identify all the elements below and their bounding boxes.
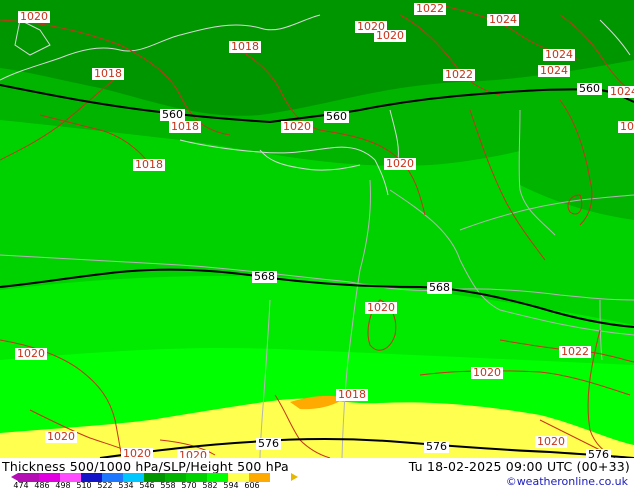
contour-label: 560 [160,108,185,121]
isobar-label: 1024 [538,64,570,77]
isobar-label: 1018 [169,120,201,133]
scale-label: 582 [202,481,218,490]
contour-label: 560 [324,110,349,123]
isobar-label: 1018 [92,67,124,80]
scale-label: 534 [118,481,134,490]
map-title: Thickness 500/1000 hPa/SLP/Height 500 hP… [2,459,289,474]
credit-link[interactable]: ©weatheronline.co.uk [506,475,628,488]
scale-label: 606 [244,481,260,490]
isobar-label: 1022 [414,2,446,15]
scale-label: 570 [181,481,197,490]
valid-time: Tu 18-02-2025 09:00 UTC (00+33) [408,459,630,474]
weather-map: 1020 1022 1020 1024 1020 1018 1018 1022 … [0,0,634,458]
contour-label: 568 [252,270,277,283]
isobar-label: 1022 [443,68,475,81]
isobar-label: 1018 [336,388,368,401]
isobar-label: 1020 [535,435,567,448]
contour-label: 560 [577,82,602,95]
contour-label: 576 [256,437,281,450]
scale-label: 474 [13,481,29,490]
isobar-label: 1020 [121,447,153,458]
scale-left-arrow-icon [11,473,18,481]
scale-label: 522 [97,481,113,490]
scale-label: 558 [160,481,176,490]
isobar-label: 1020 [365,301,397,314]
isobar-label: 1024 [543,48,575,61]
isobar-label: 1018 [229,40,261,53]
scale-label: 546 [139,481,155,490]
scale-label: 594 [223,481,239,490]
isobar-label: 1020 [471,366,503,379]
isobar-label: 1020 [281,120,313,133]
contour-label: 576 [586,449,611,458]
scale-label: 486 [34,481,50,490]
map-footer: Thickness 500/1000 hPa/SLP/Height 500 hP… [0,458,634,490]
isobar-label: 1018 [133,158,165,171]
isobar-label: 1020 [374,29,406,42]
isobar-label: 1020 [45,430,77,443]
isobar-label: 1024 [608,86,634,98]
scale-label: 498 [55,481,71,490]
isobar-label: 1020 [384,157,416,170]
scale-label: 510 [76,481,92,490]
isobar-label: 1024 [487,13,519,26]
isobar-label: 1022 [559,345,591,358]
scale-right-arrow-icon [291,473,298,481]
isobar-label: 1020 [18,10,50,23]
isobar-label: 102 [618,121,634,133]
isobar-label: 1020 [177,450,209,458]
isobar-label: 1020 [15,347,47,360]
contour-label: 568 [427,281,452,294]
contour-label: 576 [424,440,449,453]
